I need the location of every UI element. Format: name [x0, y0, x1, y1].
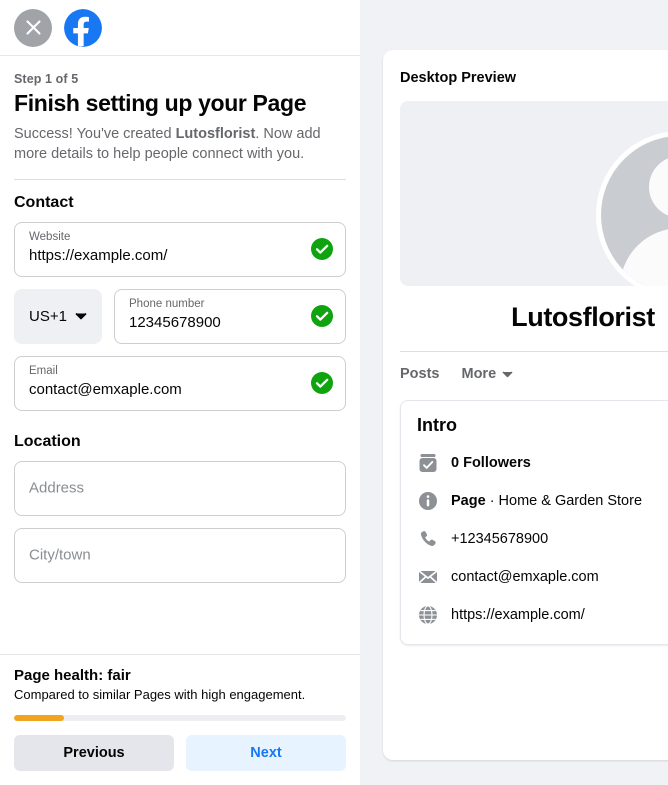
intro-phone: +12345678900	[451, 530, 549, 547]
tab-more-label: More	[461, 366, 497, 382]
intro-row: https://example.com/	[417, 604, 668, 626]
intro-website: https://example.com/	[451, 606, 585, 623]
next-button[interactable]: Next	[186, 735, 346, 771]
desktop-preview-card: Desktop Preview Lutosflorist Posts More	[383, 50, 668, 760]
intro-row: 0 Followers	[417, 452, 668, 474]
page-category-label: Page	[451, 492, 486, 509]
intro-row-text: Page · Home & Garden Store	[451, 492, 642, 510]
setup-panel: Step 1 of 5 Finish setting up your Page …	[0, 0, 360, 785]
step-label: Step 1 of 5	[14, 72, 79, 86]
phone-row: US+1 Phone number 12345678900	[14, 288, 346, 344]
followers-badge-icon	[419, 454, 437, 472]
subtitle-page-name: Lutosflorist	[175, 126, 256, 143]
intro-email: contact@emxaple.com	[451, 568, 599, 585]
phone-icon	[420, 531, 436, 546]
envelope-icon	[418, 570, 438, 584]
country-code-value: US+1	[29, 307, 67, 325]
page-subtitle: Success! You've created Lutosflorist. No…	[14, 125, 346, 165]
tab-more[interactable]: More	[462, 366, 514, 382]
intro-card: Intro 0 Followers Page · Home & Garden S…	[400, 400, 668, 645]
page-health-progress-fill	[14, 715, 64, 721]
chevron-down-icon	[75, 313, 87, 320]
page-title: Finish setting up your Page	[14, 90, 307, 116]
page-health-title: Page health: fair	[14, 667, 131, 685]
page-category-value: · Home & Garden Store	[485, 492, 643, 509]
tab-posts[interactable]: Posts	[400, 366, 440, 382]
check-circle-icon	[311, 372, 333, 395]
intro-row: +12345678900	[417, 528, 668, 550]
website-field[interactable]: Website https://example.com/	[14, 221, 346, 277]
intro-title: Intro	[417, 415, 457, 435]
phone-number-label: Phone number	[129, 297, 205, 310]
subtitle-prefix: Success! You've created	[14, 126, 176, 143]
info-circle-icon	[419, 492, 437, 510]
cover-photo-placeholder	[400, 101, 668, 286]
phone-number-field[interactable]: Phone number 12345678900	[114, 288, 346, 344]
intro-row: contact@emxaple.com	[417, 566, 668, 588]
page-health-subtitle: Compared to similar Pages with high enga…	[14, 687, 306, 703]
desktop-preview-title: Desktop Preview	[400, 70, 517, 86]
previous-button[interactable]: Previous	[14, 735, 174, 771]
facebook-logo	[64, 8, 102, 47]
contact-section-title: Contact	[14, 193, 74, 211]
avatar-body	[620, 228, 668, 286]
preview-pane: Desktop Preview Lutosflorist Posts More	[360, 0, 668, 785]
intro-row: Page · Home & Garden Store	[417, 490, 668, 512]
city-field[interactable]: City/town	[14, 527, 346, 583]
website-value: https://example.com/	[29, 246, 168, 264]
page-setup-screen: Step 1 of 5 Finish setting up your Page …	[0, 0, 668, 785]
chevron-down-icon	[502, 370, 513, 377]
panel-header	[0, 0, 360, 56]
setup-form: Step 1 of 5 Finish setting up your Page …	[0, 56, 360, 655]
panel-footer: Page health: fair Compared to similar Pa…	[0, 654, 360, 785]
followers-count: 0 Followers	[451, 454, 531, 471]
city-placeholder: City/town	[29, 546, 91, 564]
section-divider	[14, 178, 346, 180]
email-field[interactable]: Email contact@emxaple.com	[14, 355, 346, 411]
globe-icon	[419, 605, 437, 625]
default-avatar-icon	[596, 131, 668, 286]
location-section-title: Location	[14, 432, 81, 450]
page-health-progress	[14, 715, 346, 721]
close-icon[interactable]	[14, 8, 52, 47]
preview-tabbar: Posts More	[383, 352, 668, 394]
check-circle-icon	[311, 238, 333, 261]
check-circle-icon	[311, 305, 333, 328]
wizard-buttons: Previous Next	[14, 735, 346, 771]
phone-number-value: 12345678900	[129, 313, 221, 331]
preview-page-name: Lutosflorist	[511, 302, 655, 332]
country-code-select[interactable]: US+1	[14, 288, 102, 344]
avatar-head	[649, 156, 668, 218]
address-placeholder: Address	[29, 479, 85, 497]
intro-row-text: 0 Followers	[451, 454, 531, 472]
address-field[interactable]: Address	[14, 460, 346, 516]
website-label: Website	[29, 230, 71, 243]
email-value: contact@emxaple.com	[29, 380, 182, 398]
email-label: Email	[29, 364, 58, 377]
